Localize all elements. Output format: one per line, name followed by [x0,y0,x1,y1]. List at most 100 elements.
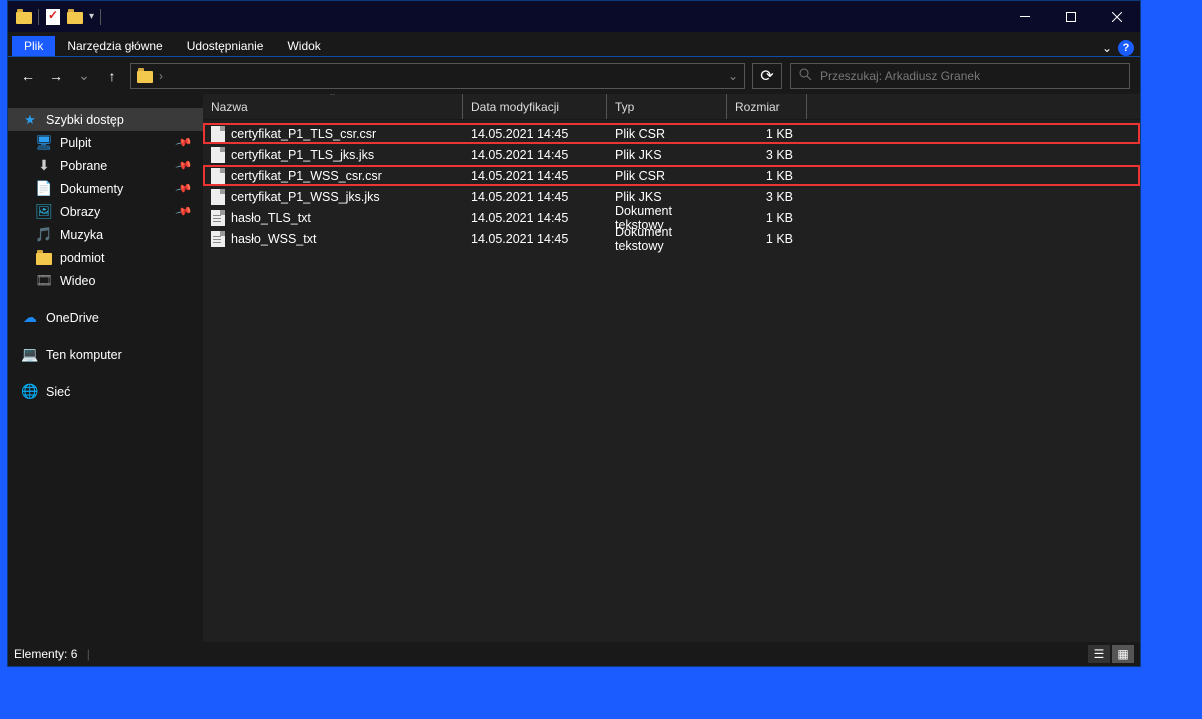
file-icon [211,126,225,142]
details-view-button[interactable]: ☰ [1088,645,1110,663]
sidebar-item-label: Szybki dostęp [46,113,124,127]
content-area: ★ Szybki dostęp 🖥 Pulpit 📌 ⬇ Pobrane 📌 📄… [8,94,1140,642]
close-button[interactable] [1094,1,1140,32]
sidebar-item-network[interactable]: 🌐 Sieć [8,380,203,403]
sidebar-item-videos[interactable]: 🎞 Wideo [8,269,203,292]
recent-dropdown-icon[interactable]: ⌄ [74,67,94,84]
file-size: 3 KB [727,190,807,204]
file-date: 14.05.2021 14:45 [463,169,607,183]
search-input[interactable]: Przeszukaj: Arkadiusz Granek [790,63,1130,89]
address-bar[interactable]: › ⌄ [130,63,745,89]
file-date: 14.05.2021 14:45 [463,211,607,225]
properties-icon[interactable] [45,9,61,25]
refresh-button[interactable]: ⟳ [752,63,782,89]
folder-icon [137,68,153,84]
address-dropdown-icon[interactable]: ⌄ [728,69,738,83]
table-row[interactable]: hasło_WSS_txt14.05.2021 14:45Dokument te… [203,228,1140,249]
sidebar-item-label: podmiot [60,251,104,265]
up-button[interactable]: ↑ [102,68,122,84]
file-size: 3 KB [727,148,807,162]
file-size: 1 KB [727,127,807,141]
tab-share[interactable]: Udostępnianie [175,36,276,56]
download-icon: ⬇ [36,158,52,174]
file-icon [211,210,225,226]
folder-icon [16,9,32,25]
back-button[interactable]: ← [18,68,38,84]
search-icon [799,68,812,84]
column-header-size[interactable]: Rozmiar [727,94,807,119]
sidebar-item-documents[interactable]: 📄 Dokumenty 📌 [8,177,203,200]
column-header-type[interactable]: Typ [607,94,727,119]
file-name: certyfikat_P1_WSS_jks.jks [231,190,380,204]
star-icon: ★ [22,112,38,128]
table-row[interactable]: certyfikat_P1_WSS_csr.csr 14.05.2021 14:4… [203,165,1140,186]
navigation-bar: ← → ⌄ ↑ › ⌄ ⟳ Przeszukaj: Arkadiusz Gran… [8,56,1140,94]
sidebar-item-podmiot[interactable]: podmiot [8,246,203,269]
forward-button[interactable]: → [46,68,66,84]
pin-icon: 📌 [175,179,193,197]
file-icon [211,189,225,205]
explorer-window: ▾ Plik Narzędzia główne Udostępnianie Wi… [7,0,1141,667]
file-list: ⌃ Nazwa Data modyfikacji Typ Rozmiar cer… [203,94,1140,642]
sidebar-item-label: Sieć [46,385,70,399]
sidebar-item-pictures[interactable]: 🖼 Obrazy 📌 [8,200,203,223]
file-icon [211,231,225,247]
music-icon: 🎵 [36,227,52,243]
ribbon-tabs: Plik Narzędzia główne Udostępnianie Wido… [8,32,1140,56]
minimize-button[interactable] [1002,1,1048,32]
maximize-button[interactable] [1048,1,1094,32]
file-name: certyfikat_P1_TLS_jks.jks [231,148,374,162]
quick-access-toolbar: ▾ [8,9,101,25]
view-switcher: ☰ ▦ [1088,645,1134,663]
separator [38,9,39,25]
file-type: Plik JKS [607,148,727,162]
window-controls [1002,1,1140,32]
column-header-label: Nazwa [211,100,248,114]
new-folder-icon[interactable] [67,9,83,25]
file-size: 1 KB [727,169,807,183]
column-header-name[interactable]: ⌃ Nazwa [203,94,463,119]
file-name: hasło_WSS_txt [231,232,316,246]
tab-view[interactable]: Widok [275,36,332,56]
qat-dropdown-icon[interactable]: ▾ [89,11,94,22]
sidebar-item-label: Dokumenty [60,182,123,196]
sidebar-item-label: Muzyka [60,228,103,242]
file-date: 14.05.2021 14:45 [463,190,607,204]
file-icon [211,168,225,184]
breadcrumb-caret-icon[interactable]: › [159,69,163,83]
sidebar-item-thispc[interactable]: 💻 Ten komputer [8,343,203,366]
sidebar-item-desktop[interactable]: 🖥 Pulpit 📌 [8,131,203,154]
file-type: Plik CSR [607,169,727,183]
search-placeholder: Przeszukaj: Arkadiusz Granek [820,69,980,83]
column-header-date[interactable]: Data modyfikacji [463,94,607,119]
sidebar-item-music[interactable]: 🎵 Muzyka [8,223,203,246]
sidebar-item-label: Wideo [60,274,95,288]
sidebar-item-quick-access[interactable]: ★ Szybki dostęp [8,108,203,131]
table-row[interactable]: certyfikat_P1_TLS_csr.csr14.05.2021 14:4… [203,123,1140,144]
thumbnails-view-button[interactable]: ▦ [1112,645,1134,663]
tab-file[interactable]: Plik [12,36,55,56]
videos-icon: 🎞 [36,273,52,289]
file-size: 1 KB [727,232,807,246]
sidebar-item-label: Obrazy [60,205,100,219]
cloud-icon: ☁ [22,310,38,326]
file-type: Dokument tekstowy [607,225,727,253]
file-name: certyfikat_P1_WSS_csr.csr [231,169,382,183]
folder-icon [36,250,52,266]
file-type: Plik CSR [607,127,727,141]
status-item-count: Elementy: 6 [14,647,77,661]
pin-icon: 📌 [175,202,193,220]
help-icon[interactable]: ? [1118,40,1134,56]
ribbon-expand-icon[interactable]: ⌄ [1102,41,1112,55]
sidebar-item-onedrive[interactable]: ☁ OneDrive [8,306,203,329]
sidebar-item-downloads[interactable]: ⬇ Pobrane 📌 [8,154,203,177]
file-type: Plik JKS [607,190,727,204]
tab-home[interactable]: Narzędzia główne [55,36,174,56]
sidebar-item-label: Ten komputer [46,348,122,362]
sort-indicator-icon: ⌃ [329,94,337,102]
file-date: 14.05.2021 14:45 [463,127,607,141]
sidebar-item-label: Pobrane [60,159,107,173]
file-size: 1 KB [727,211,807,225]
table-row[interactable]: certyfikat_P1_TLS_jks.jks14.05.2021 14:4… [203,144,1140,165]
pc-icon: 💻 [22,347,38,363]
